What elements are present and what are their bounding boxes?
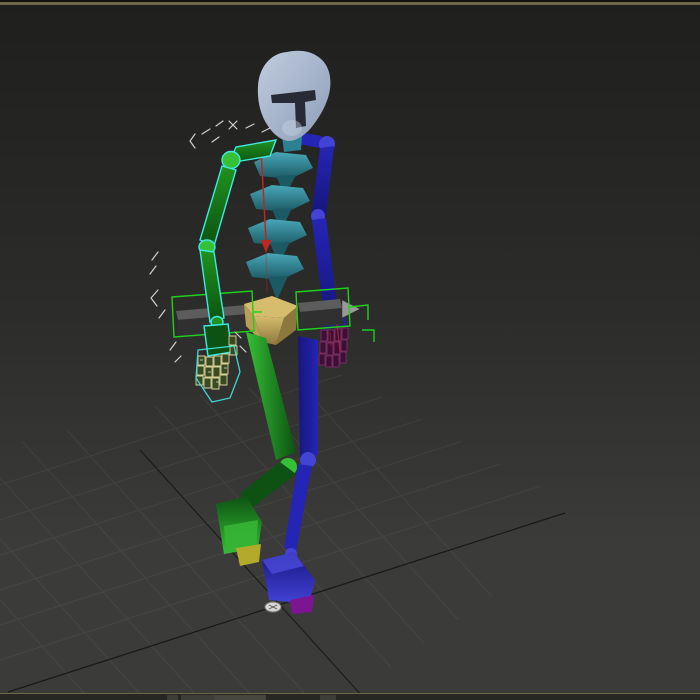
left-palm[interactable] [203, 323, 233, 357]
key-bracket [189, 133, 196, 149]
key-bracket [150, 289, 159, 307]
gray-arrow [341, 299, 361, 319]
spine-disc-4[interactable] [246, 253, 304, 280]
left-shoulder-joint[interactable] [221, 150, 241, 170]
app-window [0, 0, 700, 700]
scene-canvas[interactable] [0, 0, 700, 700]
head[interactable] [257, 50, 331, 141]
right-hand-fingers[interactable] [318, 327, 349, 368]
timeline-button-left[interactable] [167, 695, 178, 700]
time-slider-handle[interactable] [214, 695, 266, 700]
spine-disc-3[interactable] [248, 219, 307, 246]
grid-minor-line [303, 387, 582, 696]
spine[interactable] [246, 152, 313, 300]
chin-highlight [282, 120, 302, 136]
grid-minor-line [0, 387, 252, 696]
com-marker[interactable] [264, 601, 282, 613]
left-upper-arm[interactable] [199, 165, 237, 247]
grid-minor-line [0, 418, 600, 626]
timeline-button-right[interactable] [320, 695, 336, 700]
grid-minor-line [0, 453, 600, 661]
wire-connector [362, 329, 375, 342]
right-thigh[interactable] [298, 336, 318, 458]
grid-minor-line [0, 387, 197, 696]
grid-minor-line [28, 387, 307, 696]
biped-character[interactable] [149, 50, 375, 614]
left-thigh[interactable] [246, 332, 296, 460]
grid-minor-line [0, 362, 600, 556]
timeline-bar[interactable] [0, 693, 700, 700]
grid-minor-line [0, 383, 600, 591]
spine-disc-2[interactable] [250, 185, 310, 212]
right-upper-arm[interactable] [312, 146, 334, 215]
